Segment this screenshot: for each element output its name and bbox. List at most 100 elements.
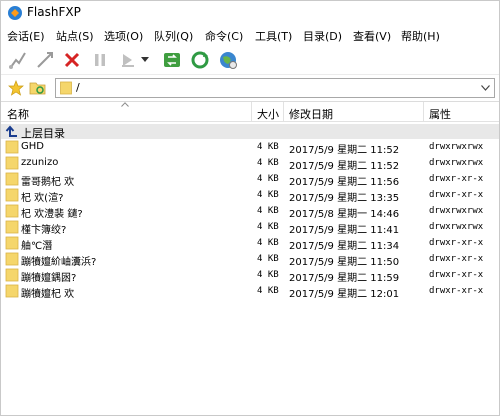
file-attributes: drwxr-xr-x — [429, 286, 484, 296]
file-size: 4 KB — [257, 206, 279, 216]
favorites-button[interactable] — [7, 79, 25, 97]
file-date: 2017/5/9 星期二 11:52 — [289, 145, 400, 156]
sync-button[interactable] — [161, 49, 183, 71]
folder-icon — [5, 172, 19, 186]
folder-icon — [5, 236, 19, 250]
disconnect-button[interactable] — [61, 49, 83, 71]
table-row[interactable]: GHD 4 KB 2017/5/9 星期二 11:52 drwxrwxrwx — [1, 140, 499, 156]
table-row[interactable]: 舳℃潛 4 KB 2017/5/9 星期二 11:34 drwxr-xr-x — [1, 236, 499, 252]
title-bar: FlashFXP — [1, 1, 499, 25]
table-row[interactable]: 杞 欢澧裴 鑓? 4 KB 2017/5/8 星期一 14:46 drwxrwx… — [1, 204, 499, 220]
folder-icon — [5, 204, 19, 218]
file-date: 2017/5/9 星期二 11:59 — [289, 273, 400, 284]
file-date: 2017/5/9 星期二 13:35 — [289, 193, 400, 204]
column-divider[interactable] — [283, 102, 284, 122]
file-name: 舳℃潛 — [21, 241, 53, 252]
column-header-attr[interactable]: 属性 — [429, 106, 451, 122]
file-size: 4 KB — [257, 286, 279, 296]
menu-options[interactable]: 选项(O) — [104, 28, 143, 44]
folder-icon — [5, 220, 19, 234]
star-icon — [8, 80, 24, 96]
disconnect-icon — [64, 52, 80, 68]
folder-refresh-icon — [29, 82, 46, 95]
table-row[interactable]: 蹦犢嬗鍝囦? 4 KB 2017/5/9 星期二 11:59 drwxr-xr-… — [1, 268, 499, 284]
flashfxp-window: FlashFXP 会话(E) 站点(S) 选项(O) 队列(Q) 命令(C) 工… — [0, 0, 500, 416]
table-row[interactable]: zzunizo 4 KB 2017/5/9 星期二 11:52 drwxrwxr… — [1, 156, 499, 172]
menu-tools[interactable]: 工具(T) — [255, 28, 292, 44]
table-row[interactable]: 蹦犢嬗紒岫瀵浜? 4 KB 2017/5/9 星期二 11:50 drwxr-x… — [1, 252, 499, 268]
file-size: 4 KB — [257, 142, 279, 152]
parent-directory-label: 上层目录 — [21, 127, 65, 140]
file-size: 4 KB — [257, 238, 279, 248]
sync-icon — [164, 53, 180, 67]
folder-icon — [5, 140, 19, 154]
site-globe-button[interactable] — [217, 49, 239, 71]
file-date: 2017/5/9 星期二 11:52 — [289, 161, 400, 172]
folder-icon — [60, 81, 72, 95]
file-size: 4 KB — [257, 254, 279, 264]
file-name: 蹦犢嬗紒岫瀵浜? — [21, 257, 97, 268]
window-title: FlashFXP — [27, 5, 81, 19]
file-attributes: drwxrwxrwx — [429, 222, 484, 232]
file-attributes: drwxr-xr-x — [429, 254, 484, 264]
file-attributes: drwxrwxrwx — [429, 206, 484, 216]
transfer-icon — [122, 54, 134, 67]
file-size: 4 KB — [257, 158, 279, 168]
menu-commands[interactable]: 命令(C) — [205, 28, 243, 44]
pause-button[interactable] — [89, 49, 111, 71]
file-name: 蹦犢嬗鍝囦? — [21, 273, 77, 284]
quick-connect-button[interactable] — [34, 49, 56, 71]
file-list-header: 名称 大小 修改日期 属性 — [1, 102, 499, 122]
file-date: 2017/5/9 星期二 11:50 — [289, 257, 400, 268]
path-value: / — [76, 81, 80, 94]
refresh-icon — [191, 51, 209, 69]
file-date: 2017/5/9 星期二 11:34 — [289, 241, 400, 252]
file-attributes: drwxr-xr-x — [429, 270, 484, 280]
folder-icon — [5, 268, 19, 282]
file-name: 槿卞簿绞? — [21, 225, 67, 236]
refresh-button[interactable] — [189, 49, 211, 71]
file-attributes: drwxr-xr-x — [429, 190, 484, 200]
column-header-date[interactable]: 修改日期 — [289, 106, 333, 122]
folder-icon — [5, 188, 19, 202]
flashfxp-logo-icon — [8, 6, 22, 20]
file-name: 雷哥鹅杞 欢 — [21, 177, 75, 188]
file-name: zzunizo — [21, 157, 59, 168]
connect-button[interactable] — [7, 49, 29, 71]
table-row[interactable]: 槿卞簿绞? 4 KB 2017/5/9 星期二 11:41 drwxrwxrwx — [1, 220, 499, 236]
browse-folder-button[interactable] — [29, 79, 47, 97]
file-date: 2017/5/9 星期二 11:41 — [289, 225, 400, 236]
parent-directory-row[interactable]: 上层目录 — [1, 124, 499, 140]
column-header-name[interactable]: 名称 — [7, 106, 29, 122]
file-size: 4 KB — [257, 174, 279, 184]
folder-icon — [5, 284, 19, 298]
menu-queue[interactable]: 队列(Q) — [154, 28, 193, 44]
path-dropdown-button[interactable] — [478, 81, 492, 95]
column-divider[interactable] — [423, 102, 424, 122]
chevron-down-icon — [480, 85, 490, 91]
transfer-button[interactable] — [117, 49, 139, 71]
file-date: 2017/5/9 星期二 11:56 — [289, 177, 400, 188]
column-divider[interactable] — [251, 102, 252, 122]
globe-icon — [220, 52, 237, 69]
menu-help[interactable]: 帮助(H) — [401, 28, 440, 44]
path-input[interactable]: / — [55, 78, 495, 98]
file-name: 杞 欢澧裴 鑓? — [21, 209, 83, 220]
menu-session[interactable]: 会话(E) — [7, 28, 45, 44]
column-header-size[interactable]: 大小 — [257, 106, 279, 122]
file-name: 杞 欢(渲? — [21, 193, 64, 204]
file-date: 2017/5/8 星期一 14:46 — [289, 209, 400, 220]
menu-view[interactable]: 查看(V) — [353, 28, 391, 44]
transfer-dropdown-button[interactable] — [139, 49, 151, 71]
table-row[interactable]: 杞 欢(渲? 4 KB 2017/5/9 星期二 13:35 drwxr-xr-… — [1, 188, 499, 204]
table-row[interactable]: 雷哥鹅杞 欢 4 KB 2017/5/9 星期二 11:56 drwxr-xr-… — [1, 172, 499, 188]
sort-ascending-icon — [121, 102, 129, 107]
file-size: 4 KB — [257, 190, 279, 200]
menu-directory[interactable]: 目录(D) — [303, 28, 342, 44]
table-row[interactable]: 蹦犢嬗杞 欢 4 KB 2017/5/9 星期二 12:01 drwxr-xr-… — [1, 284, 499, 300]
pause-icon — [95, 54, 105, 66]
menu-sites[interactable]: 站点(S) — [56, 28, 94, 44]
file-attributes: drwxr-xr-x — [429, 174, 484, 184]
file-list[interactable]: 名称 大小 修改日期 属性 上层目录 GHD 4 KB 2017/5/9 星期二… — [1, 101, 499, 415]
file-size: 4 KB — [257, 270, 279, 280]
